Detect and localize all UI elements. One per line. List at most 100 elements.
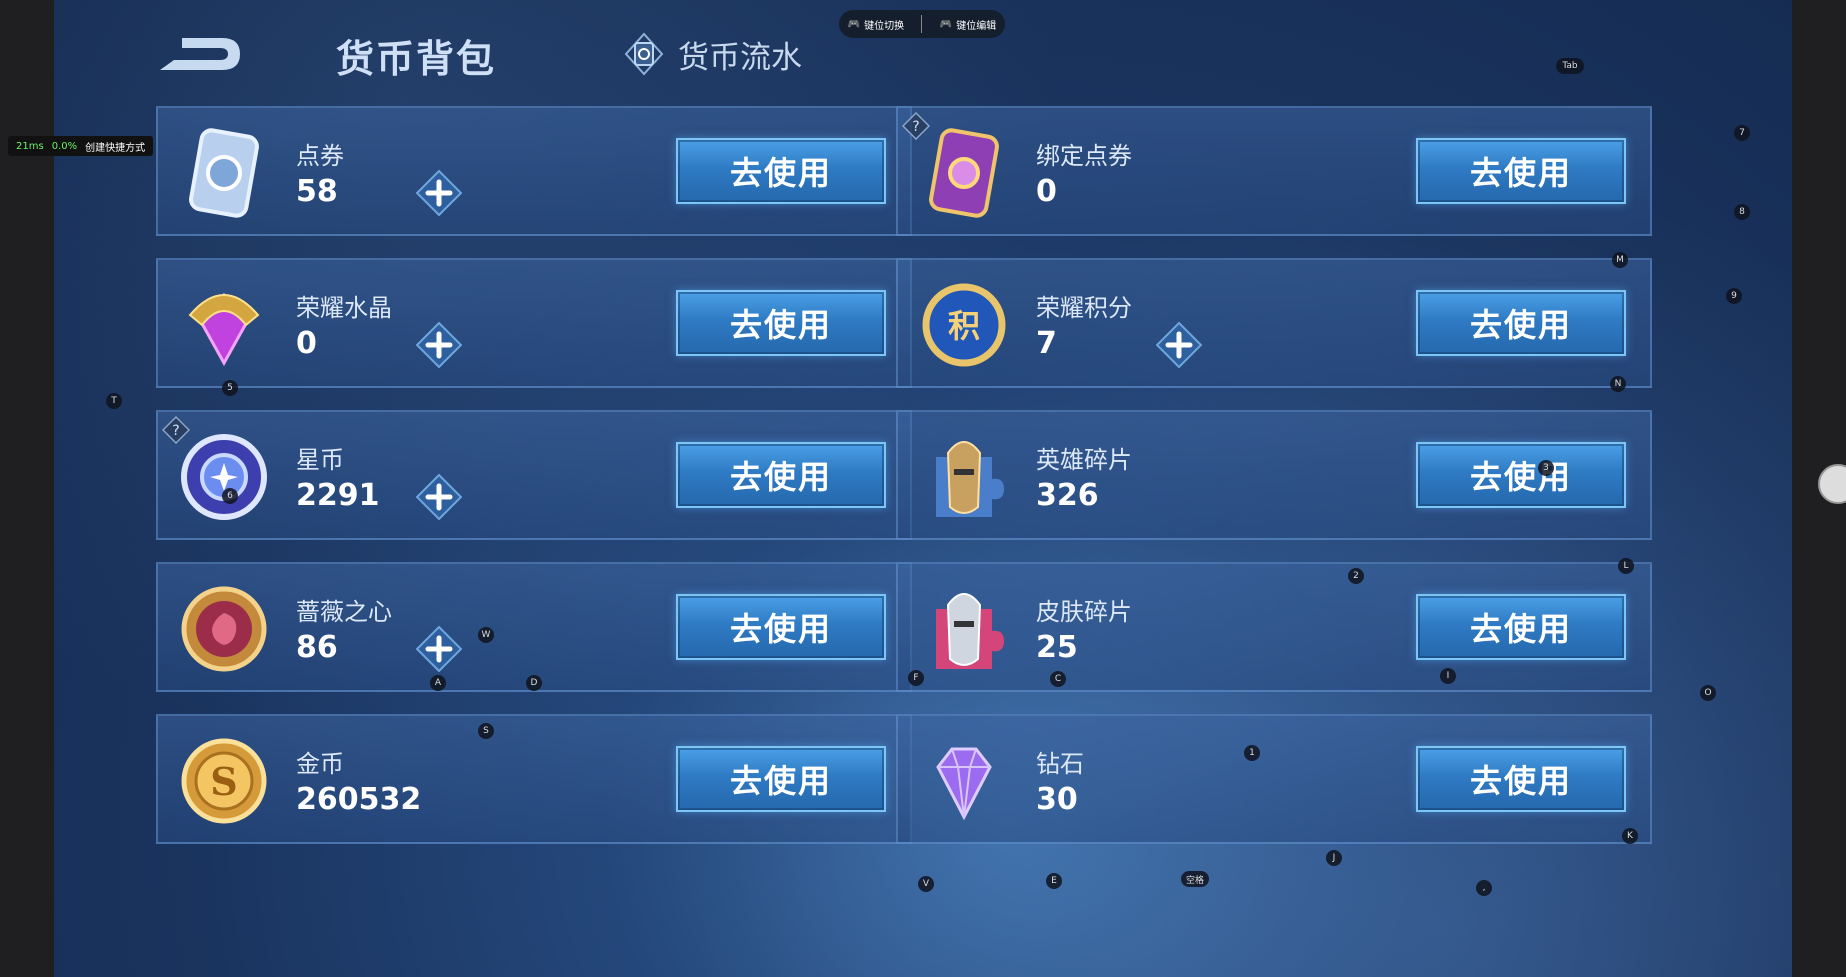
currency-name: 皮肤碎片	[1036, 598, 1132, 626]
key-hint: J	[1326, 850, 1342, 866]
currency-flow-icon	[624, 32, 664, 76]
bound-coupon-icon	[929, 128, 999, 218]
key-hint: A	[430, 675, 446, 691]
currency-card: 蔷薇之心 86 去使用	[156, 562, 912, 692]
currency-card: 积 荣耀积分 7 去使用	[896, 258, 1652, 388]
use-button[interactable]: 去使用	[676, 594, 886, 660]
currency-amount: 86	[296, 630, 338, 665]
use-button[interactable]: 去使用	[1416, 138, 1626, 204]
key-hint: K	[1622, 828, 1638, 844]
key-hint: 5	[222, 380, 238, 396]
currency-amount: 30	[1036, 782, 1078, 817]
page-title: 货币背包	[336, 37, 497, 81]
key-hint: I	[1440, 668, 1456, 684]
currency-card: 荣耀水晶 0 去使用	[156, 258, 912, 388]
tab-currency-flow[interactable]: 货币流水	[622, 32, 802, 76]
star-coin-icon	[181, 434, 267, 520]
svg-text:积: 积	[948, 307, 980, 345]
currency-name: 星币	[296, 446, 344, 474]
tab-currency-flow-label: 货币流水	[678, 39, 802, 76]
key-mapping-bar: 🎮 键位切换 🎮 键位编辑	[839, 10, 1005, 38]
key-hint: 3	[1538, 460, 1554, 476]
add-currency-button[interactable]	[416, 322, 462, 368]
key-hint: N	[1610, 376, 1626, 392]
currency-card: S 金币 260532 去使用	[156, 714, 912, 844]
skin-shard-icon	[936, 593, 1004, 669]
latency-text: 21ms	[16, 140, 44, 152]
currency-card: ? 绑定点券 0 去使用	[896, 106, 1652, 236]
key-hint: 空格	[1181, 871, 1209, 887]
key-hint: ,	[1476, 880, 1492, 896]
glory-crystal-icon	[188, 292, 260, 367]
use-button[interactable]: 去使用	[676, 290, 886, 356]
currency-amount: 0	[1036, 174, 1057, 209]
add-currency-button[interactable]	[1156, 322, 1202, 368]
add-currency-button[interactable]	[416, 170, 462, 216]
key-hint: C	[1050, 671, 1066, 687]
currency-amount: 58	[296, 174, 338, 209]
use-button[interactable]: 去使用	[676, 746, 886, 812]
divider	[921, 15, 923, 33]
create-shortcut-link[interactable]: 创建快捷方式	[85, 139, 145, 154]
key-hint: Tab	[1556, 58, 1584, 74]
key-hint: T	[106, 393, 122, 409]
currency-amount: 2291	[296, 478, 380, 513]
key-hint: E	[1046, 873, 1062, 889]
gamepad-icon: 🎮	[939, 18, 953, 30]
rose-heart-icon	[181, 586, 267, 672]
use-button[interactable]: 去使用	[1416, 442, 1626, 508]
key-edit-label: 键位编辑	[956, 20, 997, 32]
add-currency-button[interactable]	[416, 474, 462, 520]
currency-name: 蔷薇之心	[296, 598, 392, 626]
currency-card: 英雄碎片 326 去使用	[896, 410, 1652, 540]
key-hint: 1	[1244, 745, 1260, 761]
gamepad-icon: 🎮	[847, 18, 861, 30]
key-hint: D	[526, 675, 542, 691]
key-hint: 2	[1348, 568, 1364, 584]
currency-name: 荣耀水晶	[296, 294, 392, 322]
key-hint: V	[918, 876, 934, 892]
key-hint: O	[1700, 685, 1716, 701]
key-edit-button[interactable]: 🎮 键位编辑	[940, 17, 996, 32]
glory-points-icon: 积	[922, 283, 1006, 367]
coupon-icon	[189, 128, 259, 218]
key-hint: 9	[1726, 288, 1742, 304]
currency-name: 点券	[296, 142, 344, 170]
currency-card: 皮肤碎片 25 去使用	[896, 562, 1652, 692]
svg-text:S: S	[210, 759, 237, 804]
key-hint: 7	[1734, 125, 1750, 141]
currency-amount: 0	[296, 326, 317, 361]
key-switch-button[interactable]: 🎮 键位切换	[848, 17, 904, 32]
gold-coin-icon: S	[181, 738, 267, 824]
currency-card: 点券 58 去使用	[156, 106, 912, 236]
key-hint: 8	[1734, 204, 1750, 220]
game-screen: 货币背包 货币流水 点券 58 去使用? 绑定点券 0 去使用 荣耀水晶 0 去使用积荣耀积分 7…	[54, 0, 1792, 977]
currency-card: 钻石 30 去使用	[896, 714, 1652, 844]
currency-name: 金币	[296, 750, 344, 778]
key-switch-label: 键位切换	[864, 20, 905, 32]
currency-amount: 25	[1036, 630, 1078, 665]
use-button[interactable]: 去使用	[676, 138, 886, 204]
currency-name: 荣耀积分	[1036, 294, 1132, 322]
key-hint: M	[1612, 252, 1628, 268]
key-hint: 6	[222, 488, 238, 504]
key-hint: S	[478, 723, 494, 739]
currency-name: 英雄碎片	[1036, 446, 1132, 474]
currency-card: ? 星币 2291 去使用	[156, 410, 912, 540]
back-button[interactable]	[152, 30, 242, 78]
use-button[interactable]: 去使用	[1416, 290, 1626, 356]
currency-amount: 260532	[296, 782, 422, 817]
perf-overlay: 21ms 0.0% 创建快捷方式	[8, 136, 154, 156]
currency-amount: 7	[1036, 326, 1057, 361]
use-button[interactable]: 去使用	[1416, 746, 1626, 812]
key-hint: L	[1618, 558, 1634, 574]
currency-name: 钻石	[1036, 750, 1084, 778]
diamond-icon	[936, 747, 992, 821]
key-hint: F	[908, 670, 924, 686]
key-hint: W	[478, 627, 494, 643]
use-button[interactable]: 去使用	[1416, 594, 1626, 660]
currency-name: 绑定点券	[1036, 142, 1132, 170]
use-button[interactable]: 去使用	[676, 442, 886, 508]
currency-amount: 326	[1036, 478, 1099, 513]
add-currency-button[interactable]	[416, 626, 462, 672]
